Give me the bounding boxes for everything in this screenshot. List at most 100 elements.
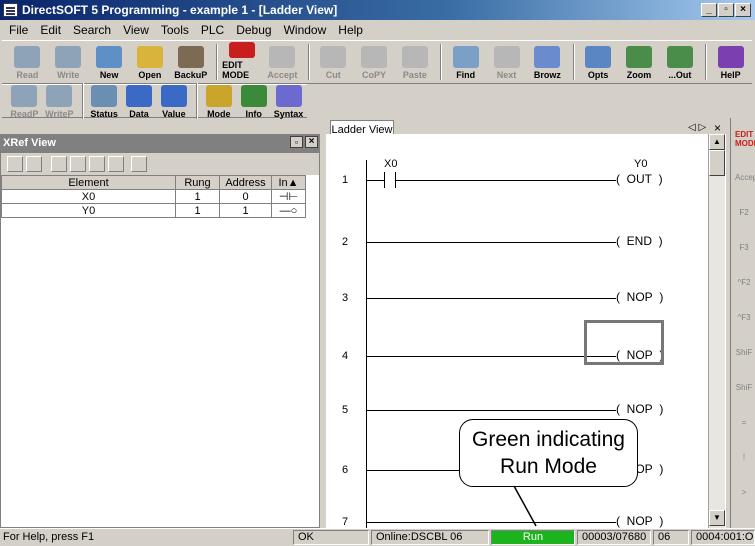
coil-symbol[interactable]: ( NOP )	[616, 290, 663, 304]
coil-label: Y0	[634, 158, 648, 170]
read-button[interactable]: Read	[8, 42, 47, 82]
menu-edit[interactable]: Edit	[35, 23, 68, 37]
toolbar-separator	[705, 44, 708, 80]
copy-button[interactable]: CoPY	[355, 42, 394, 82]
rung-number: 7	[341, 516, 349, 528]
palette-item[interactable]: ^F2	[735, 278, 753, 287]
rung-line	[366, 522, 616, 523]
data-button[interactable]: Data	[123, 81, 156, 121]
ladder-scrollbar[interactable]: ▲ ▼	[708, 134, 725, 528]
maximize-button[interactable]: ▫	[718, 3, 734, 17]
status-num: 06	[653, 530, 689, 545]
menu-search[interactable]: Search	[68, 23, 118, 37]
writep-button[interactable]: WriteP	[43, 81, 76, 121]
close-button[interactable]: ×	[735, 3, 751, 17]
cell-rung: 1	[175, 189, 220, 204]
status-ok: OK	[293, 530, 369, 545]
accept-button[interactable]: Accept	[263, 42, 302, 82]
zoom-button[interactable]: Zoom	[620, 42, 659, 82]
menu-help[interactable]: Help	[333, 23, 370, 37]
info-button[interactable]: Info	[237, 81, 270, 121]
palette-item[interactable]: ShiF	[735, 348, 753, 357]
menu-file[interactable]: File	[4, 23, 35, 37]
coil-symbol[interactable]: ( END )	[616, 234, 663, 248]
coil-instruction: NOP	[626, 514, 653, 528]
coil-symbol[interactable]: ( OUT )	[616, 172, 663, 186]
mode-button[interactable]: Mode	[202, 81, 235, 121]
pin-icon[interactable]: ▫	[290, 136, 303, 148]
open-button[interactable]: Open	[130, 42, 169, 82]
palette-item[interactable]: ^F3	[735, 313, 753, 322]
edit-mode-button[interactable]: EDIT MODE	[222, 42, 261, 82]
paste-icon	[401, 46, 428, 68]
palette-item[interactable]: EDIT MODE	[735, 130, 755, 148]
contact-symbol[interactable]	[384, 172, 396, 188]
opts-button[interactable]: Opts	[579, 42, 618, 82]
goto-icon[interactable]	[70, 156, 86, 172]
status-button[interactable]: Status	[88, 81, 121, 121]
col-element[interactable]: Element	[1, 175, 176, 190]
tab-scroll-icon[interactable]: ◁ ▷	[688, 122, 706, 133]
scroll-thumb[interactable]	[709, 150, 725, 176]
backup-button[interactable]: BackuP	[171, 42, 210, 82]
palette-item[interactable]: Accept	[735, 173, 755, 182]
grid-view-icon[interactable]	[7, 156, 23, 172]
cell-address: 1	[219, 203, 272, 218]
table-row[interactable]: X0 1 0 ⊣⊢	[1, 189, 306, 204]
list-view-icon[interactable]	[26, 156, 42, 172]
palette-item[interactable]: !	[735, 453, 753, 462]
out-button[interactable]: ...Out	[660, 42, 699, 82]
cell-rung: 1	[175, 203, 220, 218]
cut-button[interactable]: Cut	[314, 42, 353, 82]
next-icon[interactable]	[108, 156, 124, 172]
col-address[interactable]: Address	[219, 175, 272, 190]
paste-button[interactable]: Paste	[395, 42, 434, 82]
toolbar-separator	[572, 44, 575, 80]
prev-icon[interactable]	[89, 156, 105, 172]
toolbar-label: Data	[129, 109, 149, 119]
help-button[interactable]: HelP	[711, 42, 750, 82]
write-button[interactable]: Write	[49, 42, 88, 82]
menu-tools[interactable]: Tools	[156, 23, 196, 37]
window-title: DirectSOFT 5 Programming - example 1 - […	[22, 3, 338, 17]
col-rung[interactable]: Rung	[175, 175, 220, 190]
app-icon[interactable]	[3, 3, 18, 17]
value-button[interactable]: Value	[158, 81, 191, 121]
filter-icon[interactable]	[131, 156, 147, 172]
coil-symbol[interactable]: ( NOP )	[616, 514, 663, 528]
new-button[interactable]: New	[90, 42, 129, 82]
minimize-button[interactable]: _	[701, 3, 717, 17]
browz-button[interactable]: Browz	[528, 42, 567, 82]
palette-item[interactable]: F2	[735, 208, 753, 217]
scroll-down-icon[interactable]: ▼	[709, 510, 725, 526]
toolbar-label: Opts	[587, 70, 609, 80]
close-tab-icon[interactable]: ×	[714, 121, 721, 135]
next-button[interactable]: Next	[487, 42, 526, 82]
open-icon	[136, 46, 163, 68]
scroll-up-icon[interactable]: ▲	[709, 134, 725, 150]
table-row[interactable]: Y0 1 1 —○	[1, 203, 306, 218]
palette-item[interactable]: >	[735, 488, 753, 497]
cut-icon	[320, 46, 347, 68]
toolbar-label: Info	[245, 109, 262, 119]
readp-button[interactable]: ReadP	[8, 81, 41, 121]
instruction-palette: EDIT MODE Accept F2 F3 ^F2 ^F3 ShiF ShiF =! >	[730, 118, 755, 528]
palette-item[interactable]: ShiF	[735, 383, 753, 392]
coil-symbol[interactable]: ( NOP )	[616, 402, 663, 416]
syntax-button[interactable]: Syntax	[272, 81, 305, 121]
toolbar-label: Browz	[533, 70, 561, 80]
toolbar-label: New	[99, 70, 119, 80]
menu-plc[interactable]: PLC	[196, 23, 231, 37]
left-power-rail	[366, 160, 367, 528]
palette-item[interactable]: F3	[735, 243, 753, 252]
menu-window[interactable]: Window	[279, 23, 334, 37]
find-button[interactable]: Find	[446, 42, 485, 82]
status-address: 0004:001:OU	[691, 530, 755, 545]
menu-debug[interactable]: Debug	[231, 23, 278, 37]
col-in[interactable]: In▲	[271, 175, 306, 190]
rung-number: 1	[341, 174, 349, 186]
print-icon[interactable]	[51, 156, 67, 172]
menu-view[interactable]: View	[118, 23, 156, 37]
close-panel-icon[interactable]: ×	[305, 136, 318, 148]
palette-item[interactable]: =	[735, 418, 753, 427]
